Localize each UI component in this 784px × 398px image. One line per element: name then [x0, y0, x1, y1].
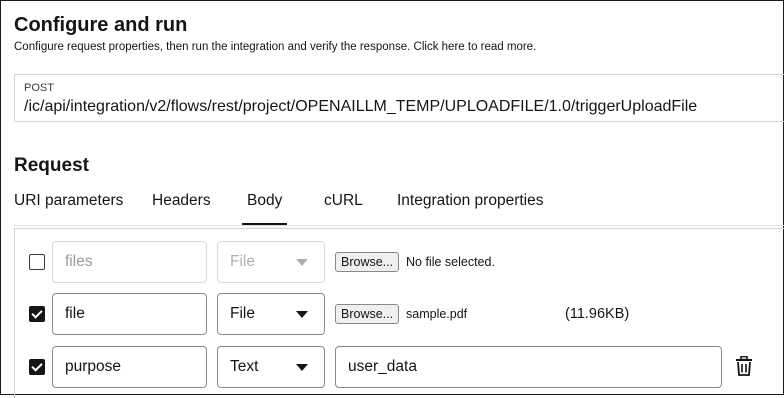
- row-files-name-field[interactable]: files: [52, 241, 207, 283]
- http-method: POST: [24, 82, 54, 94]
- page-subtitle[interactable]: Configure request properties, then run t…: [14, 41, 536, 53]
- row-file-checkbox[interactable]: [29, 306, 45, 322]
- row-files-browse-button[interactable]: Browse...: [335, 252, 400, 272]
- row-purpose-type-value: Text: [230, 358, 259, 375]
- chevron-down-icon: [296, 364, 308, 371]
- trash-icon[interactable]: [735, 356, 753, 376]
- tab-uri-parameters[interactable]: URI parameters: [14, 192, 123, 210]
- tab-curl[interactable]: cURL: [324, 192, 363, 210]
- row-file-name-field[interactable]: file: [52, 293, 207, 335]
- tabs-divider: [14, 225, 784, 226]
- row-file-file-label: sample.pdf: [406, 307, 468, 321]
- row-files-checkbox[interactable]: [29, 254, 45, 270]
- tab-integration-properties[interactable]: Integration properties: [397, 192, 543, 210]
- tab-body[interactable]: Body: [241, 192, 288, 226]
- page-title: Configure and run: [14, 14, 188, 36]
- endpoint-url: /ic/api/integration/v2/flows/rest/projec…: [24, 98, 698, 115]
- row-purpose-name-field[interactable]: purpose: [52, 346, 207, 388]
- row-file-size: (11.96KB): [565, 306, 630, 322]
- row-file-browse-button[interactable]: Browse...: [335, 304, 400, 324]
- row-file-type-value: File: [230, 305, 255, 322]
- row-files-type-select[interactable]: File: [217, 241, 325, 283]
- row-purpose-value-field[interactable]: user_data: [335, 346, 722, 388]
- tab-headers[interactable]: Headers: [152, 192, 211, 210]
- request-heading: Request: [14, 155, 89, 176]
- row-purpose-type-select[interactable]: Text: [217, 346, 325, 388]
- row-purpose-checkbox[interactable]: [29, 359, 45, 375]
- row-file-type-select[interactable]: File: [217, 293, 325, 335]
- chevron-down-icon: [296, 259, 308, 266]
- row-files-type-value: File: [230, 253, 255, 270]
- row-files-file-label: No file selected.: [406, 255, 495, 269]
- chevron-down-icon: [296, 311, 308, 318]
